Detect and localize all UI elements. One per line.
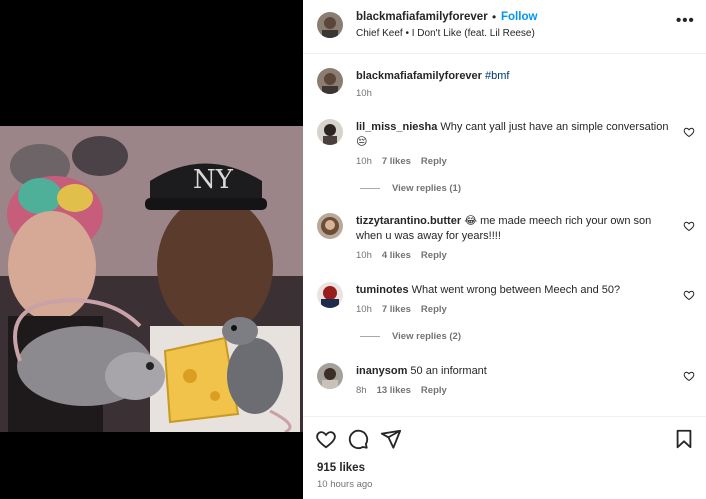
comment-text: tizzytarantino.butter 😂 me made meech ri… — [356, 214, 676, 244]
post-header: blackmafiafamilyforever • Follow Chief K… — [303, 0, 706, 54]
comment-text: inanysom 50 an informant — [356, 364, 676, 379]
comment-message: What went wrong between Meech and 50? — [411, 284, 621, 296]
comment-avatar[interactable] — [317, 119, 343, 145]
like-heart-icon[interactable] — [315, 428, 337, 450]
post-detail-panel: blackmafiafamilyforever • Follow Chief K… — [303, 0, 706, 499]
comment-time: 10h — [356, 156, 372, 167]
like-comment-heart-icon[interactable] — [683, 220, 695, 232]
comment-likes[interactable]: 7 likes — [382, 156, 411, 167]
post-actions-bar: 915 likes 10 hours ago — [303, 416, 706, 499]
separator-dot: • — [492, 10, 497, 24]
audio-track-link[interactable]: Chief Keef • I Don't Like (feat. Lil Ree… — [356, 28, 535, 39]
svg-text:NY: NY — [193, 165, 234, 195]
comment-time: 10h — [356, 250, 372, 261]
comment-meta: 10h 4 likes Reply — [356, 250, 447, 261]
comment-time: 8h — [356, 385, 367, 396]
comment-text: tuminotes What went wrong between Meech … — [356, 283, 676, 298]
save-bookmark-icon[interactable] — [673, 428, 695, 450]
comment-bubble-icon[interactable] — [347, 428, 369, 450]
comment-username[interactable]: lil_miss_niesha — [356, 121, 437, 133]
caption-timestamp: 10h — [356, 88, 372, 99]
avatar-image — [317, 213, 343, 239]
post-timestamp: 10 hours ago — [317, 479, 373, 490]
post-photo[interactable]: NY — [0, 126, 303, 432]
avatar-image — [317, 363, 343, 389]
post-media[interactable]: NY — [0, 0, 303, 499]
caption-text: blackmafiafamilyforever #bmf — [356, 69, 676, 84]
avatar-image — [317, 12, 343, 38]
post-photo-illustration: NY — [0, 126, 303, 432]
caption-avatar[interactable] — [317, 68, 343, 94]
more-options-button[interactable]: ••• — [676, 12, 695, 29]
comment-likes[interactable]: 7 likes — [382, 304, 411, 315]
comment-username[interactable]: inanysom — [356, 365, 407, 377]
reply-button[interactable]: Reply — [421, 385, 447, 396]
reply-button[interactable]: Reply — [421, 250, 447, 261]
comment-avatar[interactable] — [317, 213, 343, 239]
author-avatar[interactable] — [317, 12, 343, 38]
comment-message: 50 an informant — [410, 365, 487, 377]
comment-avatar[interactable] — [317, 282, 343, 308]
caption-hashtag[interactable]: #bmf — [485, 70, 509, 82]
caption-time: 10h — [356, 88, 372, 99]
view-replies-button[interactable]: View replies (1) — [360, 183, 461, 194]
like-comment-heart-icon[interactable] — [683, 289, 695, 301]
reply-button[interactable]: Reply — [421, 156, 447, 167]
comment-avatar[interactable] — [317, 363, 343, 389]
like-comment-heart-icon[interactable] — [683, 126, 695, 138]
reply-button[interactable]: Reply — [421, 304, 447, 315]
follow-button[interactable]: Follow — [501, 11, 537, 23]
avatar-image — [317, 282, 343, 308]
caption-username[interactable]: blackmafiafamilyforever — [356, 70, 482, 82]
comment-likes[interactable]: 4 likes — [382, 250, 411, 261]
author-username[interactable]: blackmafiafamilyforever — [356, 11, 488, 23]
avatar-image — [317, 119, 343, 145]
comment-likes[interactable]: 13 likes — [377, 385, 411, 396]
comment-text: lil_miss_niesha Why cant yall just have … — [356, 120, 676, 150]
comment-meta: 8h 13 likes Reply — [356, 385, 447, 396]
avatar-image — [317, 68, 343, 94]
like-count[interactable]: 915 likes — [317, 462, 365, 474]
comment-meta: 10h 7 likes Reply — [356, 304, 447, 315]
comment-time: 10h — [356, 304, 372, 315]
view-replies-button[interactable]: View replies (2) — [360, 331, 461, 342]
comment-meta: 10h 7 likes Reply — [356, 156, 447, 167]
comment-username[interactable]: tizzytarantino.butter — [356, 215, 461, 227]
share-paper-plane-icon[interactable] — [380, 428, 402, 450]
comments-list[interactable]: blackmafiafamilyforever #bmf 10h lil_mis… — [303, 55, 706, 416]
like-comment-heart-icon[interactable] — [683, 370, 695, 382]
comment-username[interactable]: tuminotes — [356, 284, 409, 296]
